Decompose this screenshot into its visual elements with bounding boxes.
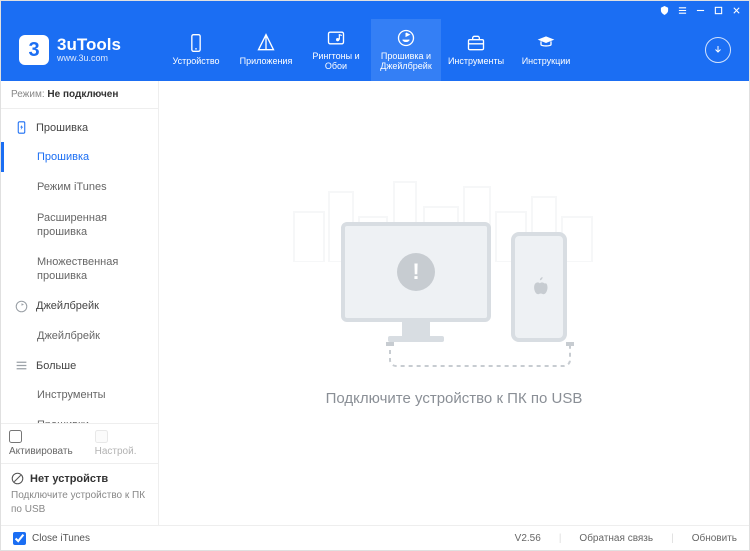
menu-icon[interactable] <box>675 4 689 16</box>
app-logo: 3 3uTools www.3u.com <box>1 19 161 81</box>
phone-graphic <box>511 232 567 342</box>
no-device-panel: Нет устройств Подключите устройство к ПК… <box>1 463 158 527</box>
close-icon[interactable] <box>729 4 743 16</box>
nav-device[interactable]: Устройство <box>161 19 231 81</box>
ringtones-icon <box>326 28 346 48</box>
nav-ringtones[interactable]: Рингтоны и Обои <box>301 19 371 81</box>
minimize-icon[interactable] <box>693 4 707 16</box>
usb-cable-graphic <box>356 342 604 370</box>
jailbreak-icon <box>15 300 28 313</box>
maximize-icon[interactable] <box>711 4 725 16</box>
warning-icon: ! <box>397 253 435 291</box>
window-titlebar <box>1 1 749 19</box>
nav-apps[interactable]: Приложения <box>231 19 301 81</box>
mode-row: Режим: Не подключен <box>1 81 158 109</box>
no-device-sub: Подключите устройство к ПК по USB <box>11 489 148 517</box>
main-nav: Устройство Приложения Рингтоны и Обои Пр… <box>161 19 581 81</box>
sidebar-item-multi-flash[interactable]: Множественная прошивка <box>1 247 158 292</box>
toolbox-icon <box>466 33 486 53</box>
tutorials-icon <box>536 33 556 53</box>
mode-value: Не подключен <box>47 89 118 100</box>
sidebar: Режим: Не подключен Прошивка Прошивка Ре… <box>1 81 159 527</box>
sidebar-item-pro-flash[interactable]: Расширенная прошивка <box>1 203 158 248</box>
monitor-graphic: ! <box>341 222 491 342</box>
sidebar-item-tools[interactable]: Инструменты <box>1 380 158 410</box>
no-device-title: Нет устройств <box>30 473 108 485</box>
app-site: www.3u.com <box>57 53 121 64</box>
nav-tools[interactable]: Инструменты <box>441 19 511 81</box>
more-icon <box>15 359 28 372</box>
apple-icon <box>530 277 548 297</box>
configure-checkbox[interactable]: Настрой. <box>95 430 150 457</box>
content-area: ! Подключите устройство к ПК по USB <box>159 81 749 527</box>
close-itunes-checkbox[interactable]: Close iTunes <box>13 532 90 545</box>
connect-illustration: ! Подключите устройство к ПК по USB <box>284 202 624 407</box>
sidebar-item-easy-flash[interactable]: Прошивка <box>1 142 158 172</box>
sidebar-item-jailbreak[interactable]: Джейлбрейк <box>1 321 158 351</box>
sidebar-group-more[interactable]: Больше <box>1 351 158 380</box>
logo-icon: 3 <box>19 35 49 65</box>
main-area: Режим: Не подключен Прошивка Прошивка Ре… <box>1 81 749 527</box>
status-bar: Close iTunes V2.56 | Обратная связь | Об… <box>1 525 749 550</box>
download-button[interactable] <box>705 37 731 63</box>
activate-checkbox[interactable]: Активировать <box>9 430 85 457</box>
forbidden-icon <box>11 472 24 485</box>
sidebar-item-itunes-mode[interactable]: Режим iTunes <box>1 172 158 202</box>
app-name: 3uTools <box>57 36 121 53</box>
sidebar-list: Прошивка Прошивка Режим iTunes Расширенн… <box>1 109 158 423</box>
mode-label: Режим: <box>11 89 45 100</box>
shield-icon[interactable] <box>657 4 671 16</box>
nav-tutorials[interactable]: Инструкции <box>511 19 581 81</box>
nav-flash[interactable]: Прошивка и Джейлбрейк <box>371 19 441 81</box>
activate-row: Активировать Настрой. <box>1 423 158 463</box>
sidebar-item-firmwares[interactable]: Прошивки <box>1 410 158 423</box>
phone-flash-icon <box>15 121 28 134</box>
connect-message: Подключите устройство к ПК по USB <box>284 390 624 407</box>
feedback-link[interactable]: Обратная связь <box>579 533 653 544</box>
sidebar-group-flash[interactable]: Прошивка <box>1 113 158 142</box>
refresh-link[interactable]: Обновить <box>692 533 737 544</box>
flash-icon <box>396 28 416 48</box>
version-label: V2.56 <box>515 533 541 544</box>
app-header: 3 3uTools www.3u.com Устройство Приложен… <box>1 19 749 81</box>
download-icon <box>712 44 724 56</box>
apps-icon <box>256 33 276 53</box>
device-icon <box>186 33 206 53</box>
sidebar-group-jailbreak[interactable]: Джейлбрейк <box>1 292 158 321</box>
